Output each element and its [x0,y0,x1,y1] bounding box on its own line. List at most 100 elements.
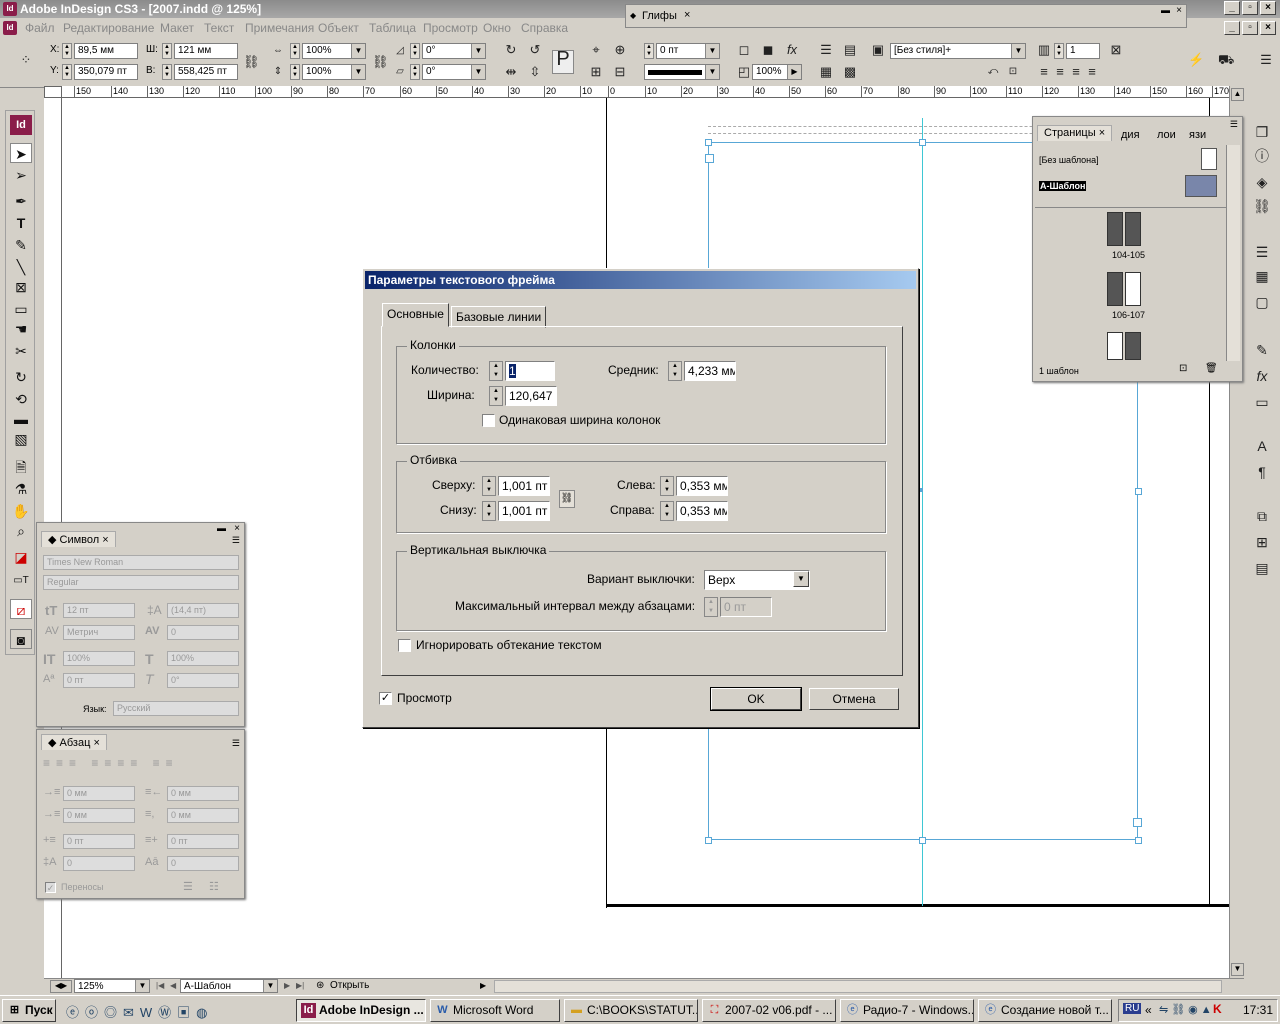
font-style-select[interactable]: Regular [43,575,239,590]
indesign-app-icon[interactable]: Id [3,2,17,16]
width-input[interactable]: 120,647 [505,386,557,406]
dropcap-lines-field[interactable]: 0 [63,856,135,871]
panel-close-icon[interactable]: × [1176,5,1182,16]
menu-edit[interactable]: Редактирование [63,21,154,35]
rectangle-tool-icon[interactable]: ▭ [10,299,32,319]
scale-y-field[interactable]: 100% ▼ [302,64,366,80]
align-bottom-text-icon[interactable]: ≡ [1068,64,1084,80]
x-field[interactable]: 89,5 мм [74,43,138,59]
glyphs-tab-close-icon[interactable]: × [684,9,690,21]
frame-handle[interactable] [705,139,712,146]
links-panel-icon[interactable]: ⛓ [1251,196,1273,216]
menu-window[interactable]: Окно [483,21,511,35]
antivirus-icon[interactable]: K [1213,1002,1222,1016]
top-inset-spinner[interactable]: ▲ ▼ [482,476,496,496]
bottom-inset-input[interactable]: 1,001 пт [498,501,550,521]
bottom-inset-spinner[interactable]: ▲ ▼ [482,501,496,521]
skew-field[interactable]: 0° [167,673,239,688]
info-panel-icon[interactable]: ⓘ [1251,146,1273,166]
start-button[interactable]: ⊞ Пуск [2,999,56,1022]
angle-spinner[interactable]: ▲ ▼ [410,43,420,59]
menu-object[interactable]: Объект [318,21,359,35]
justify-icon[interactable]: ≡ [1084,64,1100,80]
ok-button[interactable]: OK [710,687,802,711]
next-page-icon[interactable]: ▶ [284,981,290,990]
panel-menu-icon[interactable]: ☰ [1230,119,1238,130]
tab-baseline[interactable]: Базовые линии [451,306,547,328]
font-family-select[interactable]: Times New Roman [43,555,239,570]
select-next-icon[interactable]: ⊟ [612,64,628,80]
flip-vertical-icon[interactable]: ⇳ [527,64,543,80]
page-thumb[interactable] [1107,332,1123,360]
stroke-spinner[interactable]: ▲ ▼ [644,43,654,59]
new-style-icon[interactable]: ⊡ [1005,64,1021,80]
page-thumb[interactable] [1125,332,1141,360]
chain-link-icon[interactable]: ⛓ [559,490,575,508]
object-styles-icon[interactable]: ⧉ [1251,506,1273,526]
chevron-down-icon[interactable]: ▼ [135,980,149,992]
character-styles-icon[interactable]: A [1251,436,1273,456]
frame-handle[interactable] [1135,837,1142,844]
task-ie-radio[interactable]: ⓔ Радио-7 - Windows... [840,999,974,1022]
spread-nav-icon[interactable]: ◀▶ [50,980,72,993]
drop-shadow-icon[interactable]: ◻ [736,42,752,58]
gradient-panel-icon[interactable]: ▢ [1251,292,1273,312]
page-thumb[interactable] [1107,272,1123,306]
hyphenate-checkbox[interactable]: ✓ [45,882,56,893]
h-field[interactable]: 558,425 пт [174,64,238,80]
zoom-tool-icon[interactable]: ⌕ [10,521,32,541]
leading-field[interactable]: (14,4 пт) [167,603,239,618]
zoom-select[interactable]: 125% ▼ [74,979,150,993]
columns-spinner[interactable]: ▲ ▼ [1054,43,1064,59]
close-button[interactable]: × [1260,1,1276,15]
y-field[interactable]: 350,079 пт [74,64,138,80]
kerning-field[interactable]: Метрич [63,625,135,640]
doc-minimize-button[interactable]: _ [1224,21,1240,35]
frame-handle[interactable] [705,837,712,844]
restore-button[interactable]: ▫ [1242,1,1258,15]
open-menu-icon[interactable]: ▶ [480,981,486,990]
paragraph-styles-icon[interactable]: ¶ [1251,462,1273,482]
rectangle-frame-tool-icon[interactable]: ⊠ [10,277,32,297]
align-top-icon[interactable]: ▦ [818,64,834,80]
horizontal-ruler[interactable]: 150 140 130 120 110 100 90 80 70 60 50 4… [62,86,1229,98]
right-indent-field[interactable]: 0 мм [167,786,239,801]
prev-page-icon[interactable]: ◀ [170,981,176,990]
chevron-down-icon[interactable]: ▼ [471,44,485,58]
max-spacing-input[interactable]: 0 пт [720,597,772,617]
right-inset-input[interactable]: 0,353 мм [676,501,728,521]
pages-scrollbar[interactable] [1226,207,1240,361]
paragraph-reference-icon[interactable]: P [552,49,574,74]
ruler-origin[interactable] [44,86,62,98]
panel-minimize-icon[interactable]: ▬ [217,523,226,533]
dropcap-chars-field[interactable]: 0 [167,856,239,871]
tab-pages[interactable]: Страницы × [1037,125,1113,141]
columns-field[interactable]: 1 [1066,43,1100,59]
chevron-down-icon[interactable]: ▼ [471,65,485,79]
bridge-icon[interactable]: ⛟ [1218,52,1234,68]
left-indent-field[interactable]: 0 мм [63,786,135,801]
table-styles-icon[interactable]: ⊞ [1251,532,1273,552]
tab-basic[interactable]: Основные [382,303,449,327]
menu-help[interactable]: Справка [521,21,568,35]
rotate-tool-icon[interactable]: ↻ [10,367,32,387]
panel-menu-icon[interactable]: ☰ [232,535,240,546]
clear-overrides-icon[interactable]: ⤺ [985,64,1001,80]
reference-point-icon[interactable]: ⁘ [18,52,34,68]
scroll-down-icon[interactable]: ▼ [1231,963,1244,976]
ignore-wrap-checkbox[interactable] [398,639,411,652]
text-frame-options-icon[interactable]: ☰ [818,42,834,58]
menu-layout[interactable]: Макет [160,21,194,35]
page-thumb[interactable] [1125,272,1141,306]
button-tool-icon[interactable]: ☚ [10,319,32,339]
width-spinner[interactable]: ▲ ▼ [489,386,503,406]
document-icon[interactable]: Id [3,21,17,35]
task-word[interactable]: W Microsoft Word [430,999,560,1022]
first-page-icon[interactable]: |◀ [156,981,164,990]
scroll-up-icon[interactable]: ▲ [1231,88,1244,101]
apply-none-icon[interactable]: ⧄ [10,599,32,619]
y-spinner[interactable]: ▲ ▼ [62,64,72,80]
menu-file[interactable]: Файл [25,21,55,35]
direct-selection-tool-icon[interactable]: ➢ [10,165,32,185]
tray-expand-icon[interactable]: « [1145,1003,1152,1017]
